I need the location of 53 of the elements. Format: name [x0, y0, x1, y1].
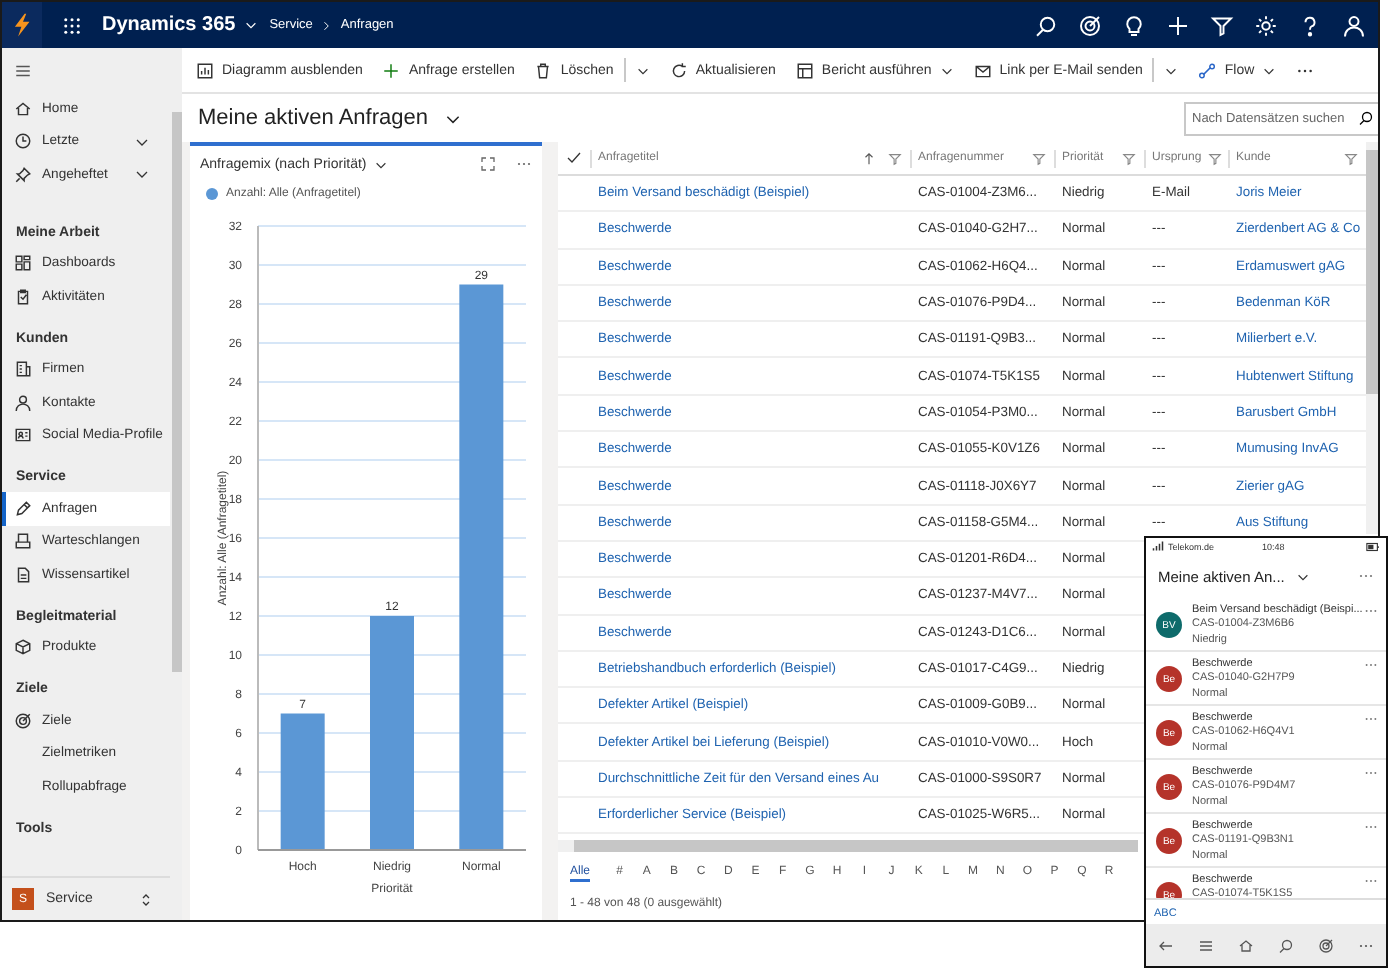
app-name[interactable]: Dynamics 365 [102, 14, 236, 36]
home-icon [14, 99, 32, 118]
app-launcher-icon[interactable] [62, 15, 82, 35]
target-icon [14, 711, 32, 730]
clipboard-icon [14, 287, 32, 306]
chevron-down-icon[interactable] [374, 157, 389, 171]
queue-icon [14, 532, 32, 551]
bar [280, 713, 325, 850]
lightning-logo-icon[interactable] [9, 12, 35, 38]
chevron-right-icon [320, 19, 333, 31]
chevron-down-icon[interactable] [1296, 569, 1311, 583]
chevron-down-icon [635, 63, 650, 77]
clock-icon [14, 132, 32, 151]
chevron-down-icon[interactable] [243, 18, 258, 32]
scrollbar[interactable] [1366, 142, 1378, 534]
up-down-icon [138, 891, 154, 907]
settings-icon[interactable] [1254, 13, 1278, 37]
view-selector[interactable]: Meine aktiven Anfragen [198, 106, 462, 130]
pin-icon [14, 165, 32, 184]
menu-icon[interactable] [1198, 937, 1214, 953]
chevron-down-icon [1164, 63, 1179, 77]
mail-icon [973, 61, 992, 79]
pencil-icon [14, 499, 32, 518]
refresh-icon [669, 61, 688, 79]
person-icon[interactable] [1342, 13, 1366, 37]
box-icon [14, 638, 32, 657]
home-icon[interactable] [1238, 937, 1254, 953]
plus-icon[interactable] [1166, 13, 1190, 37]
report-icon [795, 61, 814, 79]
trash-icon [534, 61, 553, 79]
lightbulb-icon[interactable] [1122, 13, 1146, 37]
menu-icon[interactable] [14, 61, 32, 79]
plus-icon [382, 61, 401, 79]
chevron-down-icon [1262, 63, 1277, 77]
target-icon[interactable] [1318, 937, 1334, 953]
chart-icon [196, 61, 214, 79]
flow-icon [1198, 61, 1217, 79]
person-icon [14, 393, 32, 412]
signal-icon [1152, 540, 1164, 552]
search-icon[interactable] [1278, 937, 1294, 953]
scrollbar[interactable] [558, 840, 1138, 853]
chevron-down-icon [939, 63, 954, 77]
expand-icon[interactable] [480, 156, 496, 172]
select-all-check-icon[interactable] [566, 150, 582, 166]
search-icon[interactable] [1034, 13, 1058, 37]
id-card-icon [14, 426, 32, 445]
back-icon[interactable] [1158, 937, 1174, 953]
sort-arrow-icon [862, 151, 876, 165]
dashboard-icon [14, 254, 32, 273]
document-icon [14, 565, 32, 584]
battery-icon [1366, 539, 1380, 553]
building-icon [14, 360, 32, 379]
scrollbar[interactable] [172, 112, 182, 672]
